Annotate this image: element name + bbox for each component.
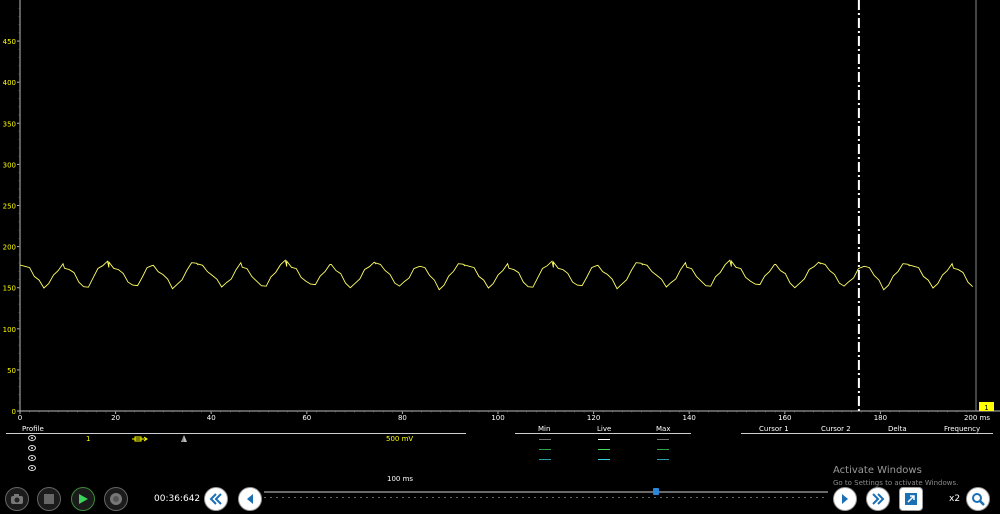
min-value-ch2 xyxy=(539,449,551,450)
max-header: Max xyxy=(656,425,671,433)
channel-visibility-icon[interactable] xyxy=(28,465,36,471)
min-header: Min xyxy=(538,425,551,433)
channel-visibility-icon[interactable] xyxy=(28,435,36,441)
y-axis-ticks: 450 400 350 300 250 200 150 100 50 0 xyxy=(3,7,20,416)
signal-trace xyxy=(19,259,974,291)
fullscreen-button[interactable] xyxy=(899,487,923,511)
channel-number: 1 xyxy=(86,435,91,443)
step-forward-button[interactable] xyxy=(833,487,857,511)
x-axis-ticks: 0 20 40 60 80 100 120 140 160 180 200 ms xyxy=(18,411,990,420)
fast-forward-icon xyxy=(872,493,885,505)
x-tick-label: 120 xyxy=(587,414,600,420)
max-value-ch2 xyxy=(657,449,669,450)
record-icon xyxy=(110,493,122,505)
fast-forward-button[interactable] xyxy=(866,487,890,511)
zoom-level[interactable]: x2 xyxy=(949,494,960,504)
step-back-button[interactable] xyxy=(238,487,262,511)
play-icon xyxy=(79,494,88,504)
max-value-ch3 xyxy=(657,459,669,460)
activation-title: Activate Windows xyxy=(833,465,922,476)
max-value-ch1 xyxy=(657,439,669,440)
x-tick-label: 180 xyxy=(874,414,887,420)
fullscreen-icon xyxy=(905,493,917,505)
y-tick-label: 150 xyxy=(3,285,16,293)
profile-divider xyxy=(6,433,466,434)
signal-trace-group xyxy=(19,259,974,291)
y-tick-label: 0 xyxy=(12,408,16,416)
y-tick-label: 450 xyxy=(3,38,16,46)
x-tick-label: 160 xyxy=(778,414,791,420)
y-tick-label: 100 xyxy=(3,326,16,334)
live-header: Live xyxy=(597,425,612,433)
probe-icon[interactable] xyxy=(131,435,149,443)
plot-axes xyxy=(19,0,1000,412)
y-tick-label: 250 xyxy=(3,203,16,211)
x-tick-label: 80 xyxy=(398,414,407,420)
live-value-ch2 xyxy=(598,449,610,450)
channel-badge[interactable]: 1 xyxy=(979,402,994,412)
stop-icon xyxy=(44,494,54,504)
live-value-ch1 xyxy=(598,439,610,440)
y-tick-label: 350 xyxy=(3,120,16,128)
step-forward-icon xyxy=(842,494,848,504)
playback-slider-thumb[interactable] xyxy=(653,488,659,495)
time-readout: 00:36:642 xyxy=(154,494,201,504)
x-tick-label: 100 xyxy=(491,414,504,420)
scope-plot[interactable]: 450 400 350 300 250 200 150 100 50 0 0 20 40 60 80 100… xyxy=(0,0,1000,420)
camera-button[interactable] xyxy=(5,487,29,511)
playback-slider-ticks xyxy=(264,497,828,498)
delta-header: Delta xyxy=(888,425,907,433)
y-tick-label: 200 xyxy=(3,244,16,252)
frequency-header: Frequency xyxy=(944,425,981,433)
x-end-label: 200 ms xyxy=(964,414,990,420)
channel-visibility-icon[interactable] xyxy=(28,455,36,461)
min-value-ch1 xyxy=(539,439,551,440)
trigger-icon[interactable] xyxy=(180,434,190,443)
profile-header: Profile xyxy=(22,425,44,433)
cursor1-header: Cursor 1 xyxy=(759,425,789,433)
rewind-button[interactable] xyxy=(204,487,228,511)
y-tick-label: 400 xyxy=(3,79,16,87)
x-tick-label: 40 xyxy=(207,414,216,420)
channel-scale[interactable]: 500 mV xyxy=(386,435,413,443)
min-value-ch3 xyxy=(539,459,551,460)
record-button[interactable] xyxy=(104,487,128,511)
zoom-button[interactable] xyxy=(966,487,990,511)
y-tick-label: 50 xyxy=(7,367,16,375)
x-tick-label: 0 xyxy=(18,414,22,420)
stats-divider xyxy=(515,433,691,434)
channel-visibility-icon[interactable] xyxy=(28,445,36,451)
channel-badge-label: 1 xyxy=(984,404,988,412)
y-tick-label: 300 xyxy=(3,161,16,169)
cursor2-header: Cursor 2 xyxy=(821,425,851,433)
step-back-icon xyxy=(247,494,253,504)
camera-icon xyxy=(11,494,23,504)
cursor-divider xyxy=(741,433,993,434)
x-tick-label: 20 xyxy=(111,414,120,420)
playback-slider-track[interactable] xyxy=(264,491,828,493)
stop-button[interactable] xyxy=(37,487,61,511)
play-button[interactable] xyxy=(71,487,95,511)
activation-subtitle: Go to Settings to activate Windows. xyxy=(833,479,959,487)
x-tick-label: 60 xyxy=(302,414,311,420)
live-value-ch3 xyxy=(598,459,610,460)
rewind-icon xyxy=(209,493,222,505)
x-tick-label: 140 xyxy=(683,414,696,420)
zoom-icon xyxy=(972,493,985,506)
timebase-label[interactable]: 100 ms xyxy=(387,475,413,483)
